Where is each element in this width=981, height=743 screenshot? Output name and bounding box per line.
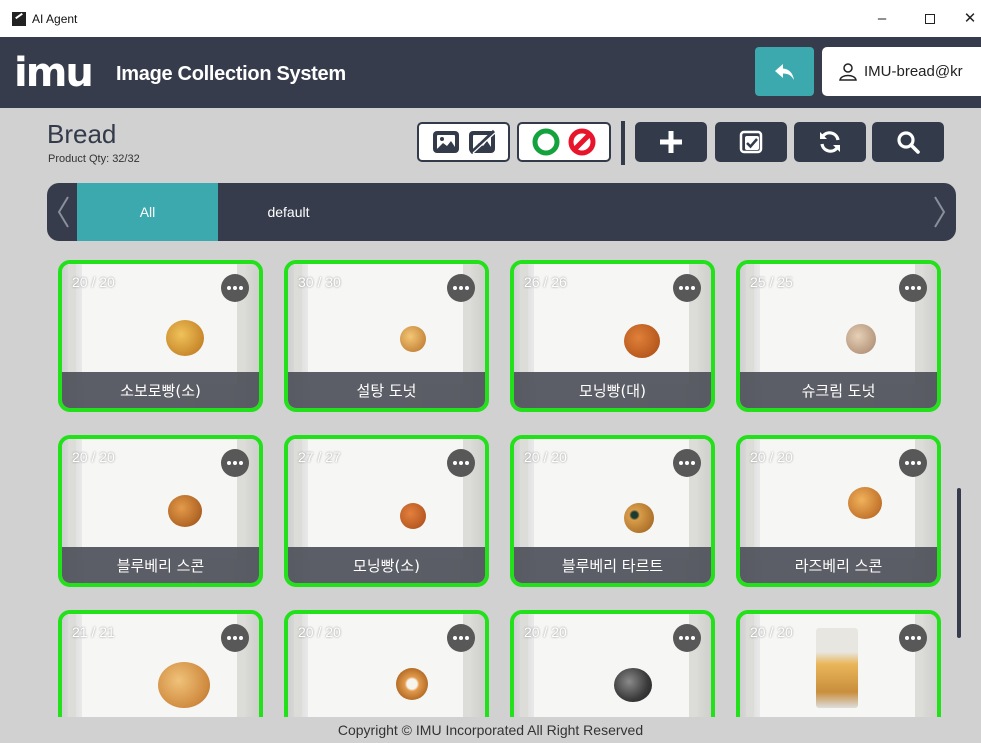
bread-image — [816, 628, 858, 708]
toolbar-divider — [621, 121, 625, 165]
status-filter-group — [517, 122, 611, 162]
product-name: 블루베리 스콘 — [62, 547, 259, 583]
image-icon[interactable] — [431, 129, 461, 155]
product-card[interactable]: 20 / 20 블루베리 스콘 — [58, 435, 263, 587]
image-count: 27 / 27 — [298, 449, 341, 465]
product-card[interactable]: 25 / 25 슈크림 도넛 — [736, 260, 941, 412]
footer-copyright: Copyright © IMU Incorporated All Right R… — [0, 717, 981, 743]
more-options-button[interactable] — [447, 449, 475, 477]
user-account-button[interactable]: IMU-bread@kr — [822, 47, 981, 96]
bread-image — [400, 326, 426, 352]
content-area: Bread Product Qty: 32/32 All default 20 … — [0, 108, 981, 717]
refresh-button[interactable] — [794, 122, 866, 162]
product-card[interactable]: 20 / 20 — [736, 610, 941, 717]
user-icon — [839, 62, 857, 81]
more-options-button[interactable] — [447, 274, 475, 302]
reply-arrow-icon — [774, 63, 794, 80]
category-tabbar: All default — [47, 183, 956, 241]
more-options-button[interactable] — [899, 624, 927, 652]
app-header: imu Image Collection System IMU-bread@kr — [0, 37, 981, 108]
product-card[interactable]: 26 / 26 모닝빵(대) — [510, 260, 715, 412]
imu-logo: imu — [14, 50, 94, 96]
more-options-button[interactable] — [673, 274, 701, 302]
minimize-button[interactable]: – — [862, 6, 902, 32]
bread-image — [168, 495, 202, 527]
bread-image — [396, 668, 428, 700]
more-options-button[interactable] — [221, 274, 249, 302]
back-button[interactable] — [755, 47, 814, 96]
checkbox-icon — [739, 130, 763, 154]
image-count: 20 / 20 — [72, 449, 115, 465]
product-card[interactable]: 20 / 20 소보로빵(소) — [58, 260, 263, 412]
window-title: AI Agent — [32, 12, 78, 26]
more-options-button[interactable] — [447, 624, 475, 652]
image-count: 26 / 26 — [524, 274, 567, 290]
product-card[interactable]: 20 / 20 — [510, 610, 715, 717]
bread-image — [158, 662, 210, 708]
circle-ok-icon[interactable] — [531, 127, 561, 157]
product-card[interactable]: 20 / 20 블루베리 타르트 — [510, 435, 715, 587]
product-card[interactable]: 27 / 27 모닝빵(소) — [284, 435, 489, 587]
more-options-button[interactable] — [673, 624, 701, 652]
more-options-button[interactable] — [221, 449, 249, 477]
tab-default[interactable]: default — [218, 183, 359, 241]
more-options-button[interactable] — [221, 624, 249, 652]
product-name: 모닝빵(소) — [288, 547, 485, 583]
image-count: 20 / 20 — [524, 449, 567, 465]
bread-image — [400, 503, 426, 529]
product-card[interactable]: 21 / 21 — [58, 610, 263, 717]
maximize-icon — [925, 14, 935, 25]
image-count: 20 / 20 — [298, 624, 341, 640]
search-button[interactable] — [872, 122, 944, 162]
more-options-button[interactable] — [673, 449, 701, 477]
category-title: Bread — [47, 119, 117, 149]
bread-image — [624, 324, 660, 358]
more-options-button[interactable] — [899, 449, 927, 477]
maximize-button[interactable] — [910, 6, 950, 32]
product-name: 블루베리 타르트 — [514, 547, 711, 583]
content-scrollbar[interactable] — [957, 488, 961, 638]
product-qty: Product Qty: 32/32 — [48, 153, 140, 165]
more-options-button[interactable] — [899, 274, 927, 302]
product-name: 슈크림 도넛 — [740, 372, 937, 408]
product-card[interactable]: 20 / 20 — [284, 610, 489, 717]
tab-all[interactable]: All — [77, 183, 218, 241]
product-name: 설탕 도넛 — [288, 372, 485, 408]
user-label: IMU-bread@kr — [864, 63, 963, 80]
product-card[interactable]: 30 / 30 설탕 도넛 — [284, 260, 489, 412]
window-titlebar: AI Agent – ✕ — [0, 0, 981, 37]
bread-image — [848, 487, 882, 519]
image-count: 20 / 20 — [72, 274, 115, 290]
app-title: Image Collection System — [116, 63, 346, 85]
plus-icon — [660, 131, 682, 153]
select-all-button[interactable] — [715, 122, 787, 162]
image-count: 20 / 20 — [750, 624, 793, 640]
bread-image — [614, 668, 652, 702]
tab-scroll-right-button[interactable] — [926, 183, 954, 241]
image-count: 20 / 20 — [750, 449, 793, 465]
tab-scroll-left-button[interactable] — [49, 183, 77, 241]
product-name: 모닝빵(대) — [514, 372, 711, 408]
product-name: 라즈베리 스콘 — [740, 547, 937, 583]
product-name: 소보로빵(소) — [62, 372, 259, 408]
app-icon — [12, 12, 26, 26]
image-count: 30 / 30 — [298, 274, 341, 290]
chevron-right-icon — [934, 196, 946, 228]
image-filter-group — [417, 122, 510, 162]
bread-image — [624, 503, 654, 533]
close-button[interactable]: ✕ — [950, 6, 981, 32]
refresh-icon — [820, 131, 840, 153]
no-image-icon[interactable] — [467, 129, 497, 155]
bread-image — [166, 320, 204, 356]
image-count: 20 / 20 — [524, 624, 567, 640]
search-icon — [897, 131, 920, 154]
chevron-left-icon — [57, 196, 69, 228]
image-count: 21 / 21 — [72, 624, 115, 640]
ban-icon[interactable] — [567, 127, 597, 157]
product-card[interactable]: 20 / 20 라즈베리 스콘 — [736, 435, 941, 587]
bread-image — [846, 324, 876, 354]
image-count: 25 / 25 — [750, 274, 793, 290]
add-button[interactable] — [635, 122, 707, 162]
